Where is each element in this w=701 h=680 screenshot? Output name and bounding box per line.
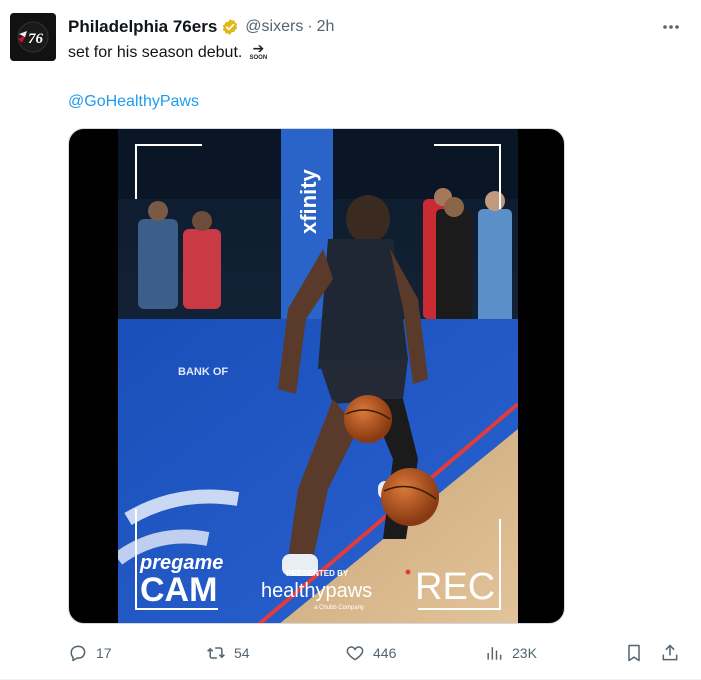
more-options-button[interactable] [657,16,685,38]
avatar[interactable]: 76 [10,13,56,61]
banner-text: xfinity [296,168,321,234]
bookmark-icon [628,644,640,662]
separator-dot: · [307,18,313,35]
repost-icon [207,647,225,659]
share-icon [662,644,678,661]
like-button[interactable]: 446 [345,639,396,667]
more-dots-icon [663,25,679,29]
video-thumbnail: xfinity BANK OF pregame CAM PRESENTED BY… [118,129,518,623]
handle[interactable]: @sixers [245,18,303,36]
display-name[interactable]: Philadelphia 76ers [68,17,217,37]
overlay-sponsor-sub: a Chubb Company [314,605,364,611]
tweet-text-body: set for his season debut. [68,44,243,61]
overlay-cam: CAM [140,571,217,609]
overlay-presented: PRESENTED BY [286,569,349,578]
reply-icon [70,645,86,662]
tweet-card[interactable]: 76 Philadelphia 76ers @sixers · 2h set f… [0,0,701,680]
media-video[interactable]: xfinity BANK OF pregame CAM PRESENTED BY… [68,128,565,624]
like-count: 446 [373,645,397,661]
views-count: 23K [512,645,537,661]
tweet-text: set for his season debut. ➔ SOON [68,40,270,64]
action-bar: 17 54 446 23K [0,639,701,667]
repost-button[interactable]: 54 [206,639,250,667]
soon-arrow-icon: ➔ SOON [249,40,268,61]
heart-icon [346,646,364,661]
reply-count: 17 [96,645,112,661]
timestamp[interactable]: 2h [317,18,335,36]
svg-text:76: 76 [28,31,44,47]
soon-label: SOON [249,55,268,61]
bookmark-button[interactable] [624,639,644,667]
tweet-header: Philadelphia 76ers @sixers · 2h [68,16,334,38]
sixers-logo-icon: 76 [10,13,56,61]
mention-link[interactable]: @GoHealthyPaws [68,91,199,113]
share-button[interactable] [660,639,680,667]
analytics-icon [487,647,502,660]
repost-count: 54 [234,645,250,661]
rec-dot-icon [405,569,411,575]
video-frame: xfinity BANK OF pregame CAM PRESENTED BY… [118,129,518,623]
overlay-sponsor: healthypaws [261,580,372,602]
views-button[interactable]: 23K [484,639,537,667]
reply-button[interactable]: 17 [68,639,112,667]
court-text: BANK OF [178,366,228,378]
verified-badge-icon[interactable] [221,18,239,36]
overlay-rec: REC [415,566,495,608]
